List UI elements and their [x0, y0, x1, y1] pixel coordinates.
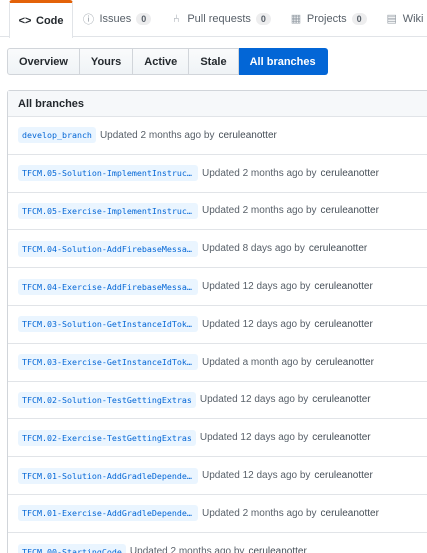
- branch-rows: develop_branch Updated 2 months ago by cer…: [8, 117, 427, 553]
- branch-name-link[interactable]: TFCM.01-Exercise-AddGradleDependencies: [18, 505, 198, 522]
- branch-updated-text: Updated 12 days ago by: [199, 432, 309, 444]
- branch-row: TFCM.00-StartingCode Updated 2 months ago…: [8, 533, 427, 553]
- branch-updated-text: Updated 2 months ago by: [202, 205, 317, 217]
- branch-name-link[interactable]: TFCM.00-StartingCode: [18, 543, 126, 553]
- filter-active-button[interactable]: Active: [133, 48, 190, 75]
- branch-name-link[interactable]: TFCM.03-Exercise-GetInstanceIdToken: [18, 354, 198, 371]
- branch-name-link[interactable]: TFCM.05-Solution-ImplementInstructorNoti…: [18, 165, 198, 182]
- branch-author-link[interactable]: ceruleanotter: [321, 205, 379, 216]
- branch-row: develop_branch Updated 2 months ago by cer…: [8, 117, 427, 155]
- branch-author-link[interactable]: ceruleanotter: [312, 394, 370, 405]
- branch-author-link[interactable]: ceruleanotter: [314, 281, 372, 292]
- tab-count-badge: 0: [255, 12, 271, 25]
- branch-row: TFCM.02-Exercise-TestGettingExtras Update…: [8, 419, 427, 458]
- filter-all-branches-button[interactable]: All branches: [238, 48, 328, 75]
- branch-row: TFCM.04-Solution-AddFirebaseMessagingSer…: [8, 230, 427, 269]
- filter-yours-button[interactable]: Yours: [79, 48, 134, 75]
- tab-label: Code: [36, 14, 64, 27]
- tab-wiki[interactable]: ▤ Wiki: [376, 0, 427, 37]
- branch-name-link[interactable]: TFCM.02-Solution-TestGettingExtras: [18, 391, 196, 408]
- branch-updated-text: Updated 12 days ago by: [202, 318, 311, 330]
- branch-author-link[interactable]: ceruleanotter: [309, 243, 367, 254]
- branch-row: TFCM.05-Solution-ImplementInstructorNoti…: [8, 155, 427, 193]
- branch-author-link[interactable]: ceruleanotter: [314, 470, 372, 481]
- branch-updated-text: Updated 12 days ago by: [202, 281, 311, 293]
- branch-row: TFCM.04-Exercise-AddFirebaseMessagingSer…: [8, 268, 427, 306]
- branch-updated-text: Updated 2 months ago by: [99, 129, 215, 141]
- branch-author-link[interactable]: ceruleanotter: [218, 130, 276, 141]
- branch-updated-text: Updated 8 days ago by: [202, 243, 305, 255]
- branch-updated-text: Updated a month ago by: [202, 356, 312, 368]
- branch-name-link[interactable]: develop_branch: [18, 127, 96, 144]
- filter-overview-button[interactable]: Overview: [7, 48, 80, 75]
- branch-updated-text: Updated 2 months ago by: [129, 546, 245, 553]
- branch-name-link[interactable]: TFCM.02-Exercise-TestGettingExtras: [18, 429, 196, 446]
- issue-icon: ⓘ: [83, 13, 94, 26]
- branch-name-link[interactable]: TFCM.01-Solution-AddGradleDependencies: [18, 467, 198, 484]
- branch-author-link[interactable]: ceruleanotter: [314, 319, 372, 330]
- branch-updated-text: Updated 2 months ago by: [202, 507, 317, 519]
- branch-filter-group: Overview Yours Active Stale All branches: [7, 48, 328, 75]
- branch-updated-text: Updated 12 days ago by: [202, 470, 311, 482]
- branch-list-header: All branches: [8, 91, 427, 117]
- branch-author-link[interactable]: ceruleanotter: [321, 168, 379, 179]
- branch-author-link[interactable]: ceruleanotter: [321, 508, 379, 519]
- tab-count-badge: 0: [136, 12, 152, 25]
- branch-list: All branches develop_branch Updated 2 mon…: [7, 90, 427, 553]
- branch-updated-text: Updated 2 months ago by: [202, 167, 317, 179]
- tab-label: Issues: [99, 12, 132, 25]
- code-icon: <>: [18, 14, 32, 27]
- branch-author-link[interactable]: ceruleanotter: [248, 546, 306, 553]
- branch-name-link[interactable]: TFCM.04-Solution-AddFirebaseMessagingSer…: [18, 240, 198, 257]
- pull-request-icon: ⑃: [173, 12, 180, 25]
- tab-label: Pull requests: [187, 12, 251, 25]
- tab-label: Projects: [306, 12, 347, 25]
- branch-name-link[interactable]: TFCM.04-Exercise-AddFirebaseMessagingSer…: [18, 278, 198, 295]
- tab-pull-requests[interactable]: ⑃ Pull requests 0: [160, 0, 280, 37]
- branch-row: TFCM.03-Exercise-GetInstanceIdToken Updat…: [8, 344, 427, 382]
- branch-name-link[interactable]: TFCM.03-Solution-GetInstanceIdToken: [18, 316, 198, 333]
- project-icon: ▦: [290, 13, 302, 25]
- tab-issues[interactable]: ⓘ Issues 0: [73, 0, 161, 37]
- branch-row: TFCM.02-Solution-TestGettingExtras Update…: [8, 382, 427, 420]
- tab-count-badge: 0: [351, 12, 367, 25]
- branch-author-link[interactable]: ceruleanotter: [312, 432, 370, 443]
- tab-code[interactable]: <> Code: [9, 0, 73, 38]
- branch-row: TFCM.01-Solution-AddGradleDependencies Up…: [8, 457, 427, 495]
- tab-label: Wiki: [402, 12, 424, 25]
- wiki-icon: ▤: [386, 13, 397, 25]
- branch-updated-text: Updated 12 days ago by: [199, 394, 309, 406]
- repo-nav-tabs: <> Code ⓘ Issues 0 ⑃ Pull requests 0 ▦ Projects 0 ▤…: [0, 0, 427, 38]
- tab-projects[interactable]: ▦ Projects 0: [280, 0, 376, 37]
- branch-row: TFCM.01-Exercise-AddGradleDependencies Up…: [8, 495, 427, 533]
- filter-stale-button[interactable]: Stale: [189, 48, 239, 75]
- branch-row: TFCM.03-Solution-GetInstanceIdToken Updat…: [8, 306, 427, 344]
- branch-name-link[interactable]: TFCM.05-Exercise-ImplementInstructorNoti…: [18, 202, 198, 219]
- branch-author-link[interactable]: ceruleanotter: [316, 357, 374, 368]
- branch-row: TFCM.05-Exercise-ImplementInstructorNoti…: [8, 193, 427, 231]
